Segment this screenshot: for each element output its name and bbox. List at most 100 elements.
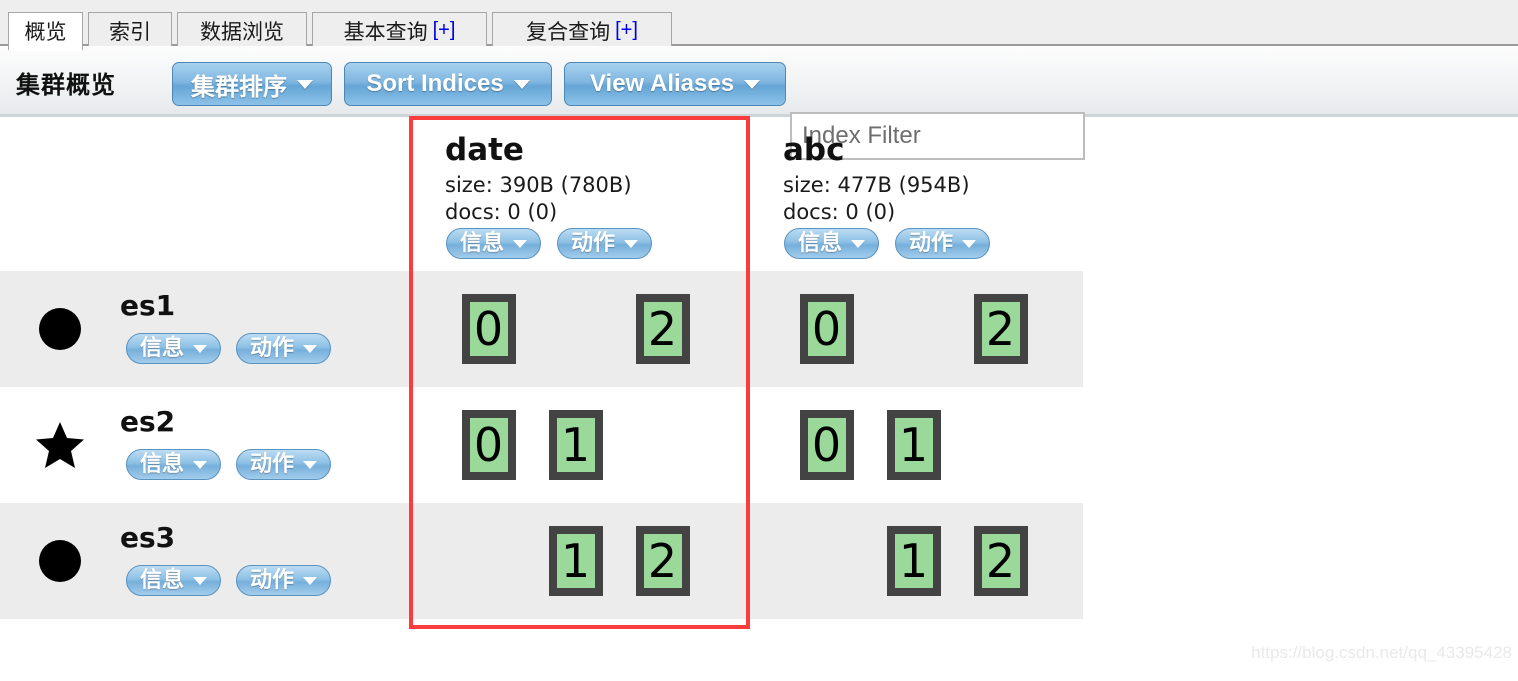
chevron-down-icon [303,460,318,469]
tab-label: 概览 [24,20,67,44]
shard-slot: 1 [532,503,619,619]
index-docs: docs: 0 (0) [445,200,558,224]
node-row: es1 信息 动作 0 2 0 2 [0,271,1083,387]
index-name: date [445,132,524,168]
tab-1[interactable]: 概览 [8,12,83,51]
toolbar: 集群概览 集群排序 Sort Indices View Aliases [0,46,1518,160]
toolbar-button-3[interactable]: View Aliases [564,62,786,106]
chevron-down-icon [744,79,761,89]
index-name: abc [783,132,845,168]
shard-cell-abc-es1: 02 [748,271,1078,387]
node-action-buttons: 信息 动作 [126,333,332,364]
chevron-down-icon [193,460,208,469]
shard-slot: 2 [619,271,706,387]
index-size: size: 477B (954B) [783,173,970,197]
index-action-button-label: 动作 [909,230,954,256]
shard-slot: 1 [532,387,619,503]
toolbar-button-2[interactable]: Sort Indices [344,62,552,106]
chevron-down-icon [303,344,318,353]
shard-slot: 0 [783,387,870,503]
node-info-button[interactable]: 信息 [126,565,222,596]
index-info-button[interactable]: 信息 [784,228,880,259]
node-info-button-label: 信息 [140,451,185,477]
shard-box[interactable]: 2 [973,526,1028,596]
index-size: size: 390B (780B) [445,173,632,197]
node-action-button[interactable]: 动作 [236,333,332,364]
index-action-buttons: 信息 动作 [784,228,991,259]
tab-label: 索引 [109,19,151,44]
shard-cell-date-es3: 12 [410,503,740,619]
shard-box[interactable]: 2 [635,294,690,364]
node-cell-es2: es2 信息 动作 [0,387,410,503]
shard-box[interactable]: 1 [548,526,603,596]
index-action-buttons: 信息 动作 [446,228,653,259]
node-action-button-label: 动作 [250,567,295,593]
shard-box[interactable]: 1 [886,526,941,596]
chevron-down-icon [297,79,313,89]
toolbar-button-1[interactable]: 集群排序 [172,62,332,106]
index-header-row: date size: 390B (780B) docs: 0 (0) 信息 动作 abc s… [0,120,1083,271]
tab-expand-indicator[interactable]: [+] [433,19,456,42]
shard-slot: 1 [870,387,957,503]
shard-box[interactable]: 1 [886,410,941,480]
shard-box[interactable]: 0 [461,410,516,480]
node-name: es1 [120,289,176,322]
tab-2[interactable]: 索引 [88,12,172,48]
node-action-button[interactable]: 动作 [236,449,332,480]
shard-cell-abc-es2: 01 [748,387,1078,503]
chevron-down-icon [513,79,530,89]
tab-bar: 概览 索引 数据浏览 基本查询 [+] 复合查询 [+] [0,9,1518,51]
shard-box[interactable]: 0 [799,294,854,364]
chevron-down-icon [962,239,977,248]
index-header-date: date size: 390B (780B) docs: 0 (0) 信息 动作 [410,120,740,271]
toolbar-button-label: 集群排序 [191,73,287,101]
node-info-button[interactable]: 信息 [126,333,222,364]
tab-expand-indicator[interactable]: [+] [615,19,638,42]
tab-5[interactable]: 复合查询 [+] [492,12,672,48]
node-action-buttons: 信息 动作 [126,449,332,480]
tab-4[interactable]: 基本查询 [+] [312,12,487,48]
shard-cell-abc-es3: 12 [748,503,1078,619]
master-node-star-icon [34,387,86,503]
node-row: es2 信息 动作 0 1 0 1 [0,387,1083,503]
shard-slot: 2 [957,503,1044,619]
shard-slot: 2 [619,503,706,619]
shard-slot: 0 [445,387,532,503]
index-action-button[interactable]: 动作 [895,228,991,259]
clipped-top-text: ··· ··· ··· ··· [16,0,107,6]
node-action-button[interactable]: 动作 [236,565,332,596]
index-action-button[interactable]: 动作 [557,228,653,259]
shard-slot: 2 [957,271,1044,387]
node-action-buttons: 信息 动作 [126,565,332,596]
index-info-button[interactable]: 信息 [446,228,542,259]
data-node-circle-icon [34,503,86,619]
node-name: es3 [120,521,176,554]
toolbar-button-label: Sort Indices [366,70,504,97]
watermark: https://blog.csdn.net/qq_43395428 [1251,643,1512,662]
tab-label: 基本查询 [343,19,428,44]
clipped-top-strip: ··· ··· ··· ··· [0,0,1518,9]
index-info-button-label: 信息 [798,230,843,256]
shard-slot: 0 [783,271,870,387]
chevron-down-icon [851,239,866,248]
data-node-circle-icon [34,271,86,387]
cluster-overview-grid: date size: 390B (780B) docs: 0 (0) 信息 动作 abc s… [0,120,1083,628]
shard-box[interactable]: 2 [635,526,690,596]
index-info-button-label: 信息 [460,230,505,256]
node-action-button-label: 动作 [250,451,295,477]
chevron-down-icon [513,239,528,248]
shard-box[interactable]: 0 [461,294,516,364]
node-row: es3 信息 动作 1 2 1 2 [0,503,1083,619]
index-header-abc: abc size: 477B (954B) docs: 0 (0) 信息 动作 [748,120,1078,271]
node-name: es2 [120,405,176,438]
shard-box[interactable]: 1 [548,410,603,480]
node-info-button[interactable]: 信息 [126,449,222,480]
shard-box[interactable]: 0 [799,410,854,480]
node-info-button-label: 信息 [140,567,185,593]
shard-box[interactable]: 2 [973,294,1028,364]
tab-label: 数据浏览 [200,19,284,44]
tab-label: 复合查询 [526,19,611,44]
node-cell-es1: es1 信息 动作 [0,271,410,387]
node-info-button-label: 信息 [140,335,185,361]
tab-3[interactable]: 数据浏览 [177,12,307,48]
